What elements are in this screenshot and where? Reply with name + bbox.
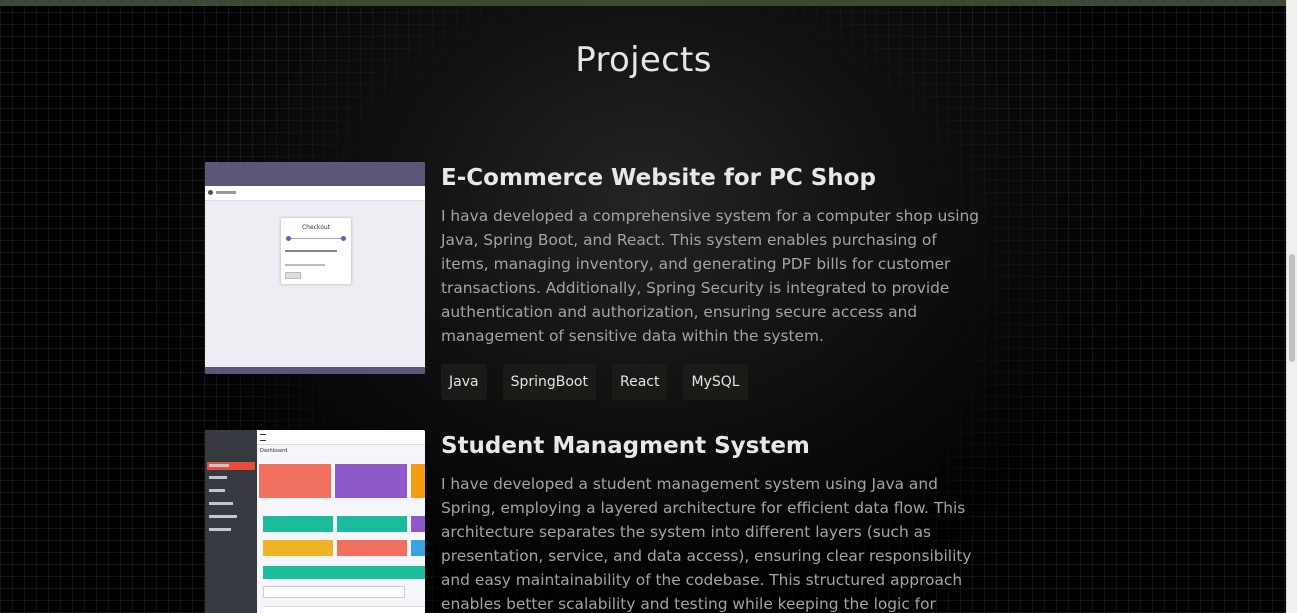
project-thumbnail[interactable]: Checkout [205, 162, 425, 374]
thumbnail-sidebar-item [209, 464, 229, 467]
project-thumbnail[interactable]: Dashboard [205, 430, 425, 613]
thumbnail-footer [205, 367, 425, 374]
thumbnail-sidebar-item [209, 489, 225, 492]
tag-list: Java SpringBoot React MySQL [441, 364, 989, 400]
top-border [0, 0, 1287, 6]
thumbnail-action-button [411, 516, 425, 532]
project-card: Dashboard Student Managment System I hav… [205, 430, 995, 613]
project-description: I have developed a student management sy… [441, 475, 972, 613]
thumbnail-action-button [337, 516, 407, 532]
projects-page: Projects Checkout E-Commerce Website for… [0, 0, 1297, 613]
tag-java: Java [441, 364, 487, 400]
thumbnail-sidebar-item [209, 476, 227, 479]
thumbnail-text-line [285, 250, 337, 252]
thumbnail-logo-icon [208, 190, 213, 195]
project-title: Student Managment System [441, 433, 810, 459]
thumbnail-sidebar-item [209, 502, 233, 505]
project-description: I hava developed a comprehensive system … [441, 207, 980, 345]
thumbnail-action-button [337, 540, 407, 556]
tag-mysql: MySQL [683, 364, 748, 400]
tag-springboot: SpringBoot [502, 364, 596, 400]
thumbnail-nav [205, 186, 425, 201]
vertical-scrollbar[interactable] [1286, 0, 1297, 613]
thumbnail-stat-box [259, 464, 331, 498]
thumbnail-header [205, 162, 425, 186]
thumbnail-action-button [411, 540, 425, 556]
thumbnail-step-line [289, 238, 343, 239]
section-title: Projects [575, 40, 712, 80]
thumbnail-step-dot [286, 236, 291, 241]
thumbnail-card-title: Checkout [301, 224, 331, 231]
thumbnail-sidebar-item [209, 528, 231, 531]
thumbnail-stat-box [335, 464, 407, 498]
tag-react: React [611, 364, 668, 400]
thumbnail-dashboard-title: Dashboard [260, 448, 288, 454]
thumbnail-step-dot [341, 236, 346, 241]
thumbnail-text-line [285, 264, 325, 266]
thumbnail-table-row [263, 606, 425, 613]
thumbnail-banner [263, 566, 425, 579]
thumbnail-checkout-card: Checkout [281, 218, 351, 284]
thumbnail-select [263, 586, 405, 598]
thumbnail-stat-box [411, 464, 425, 498]
thumbnail-sidebar-item [209, 515, 237, 518]
project-title: E-Commerce Website for PC Shop [441, 165, 876, 191]
thumbnail-brand [205, 430, 257, 444]
project-info: Student Managment System I have develope… [441, 430, 989, 613]
thumbnail-sidebar [205, 444, 257, 613]
thumbnail-button [285, 272, 301, 279]
project-info: E-Commerce Website for PC Shop I hava de… [441, 162, 989, 400]
scrollbar-thumb[interactable] [1289, 254, 1295, 362]
thumbnail-nav-text [216, 191, 236, 194]
hamburger-icon [260, 434, 266, 441]
project-card: Checkout E-Commerce Website for PC Shop … [205, 162, 995, 400]
thumbnail-action-button [263, 516, 333, 532]
thumbnail-topbar [257, 430, 425, 445]
thumbnail-action-button [263, 540, 333, 556]
